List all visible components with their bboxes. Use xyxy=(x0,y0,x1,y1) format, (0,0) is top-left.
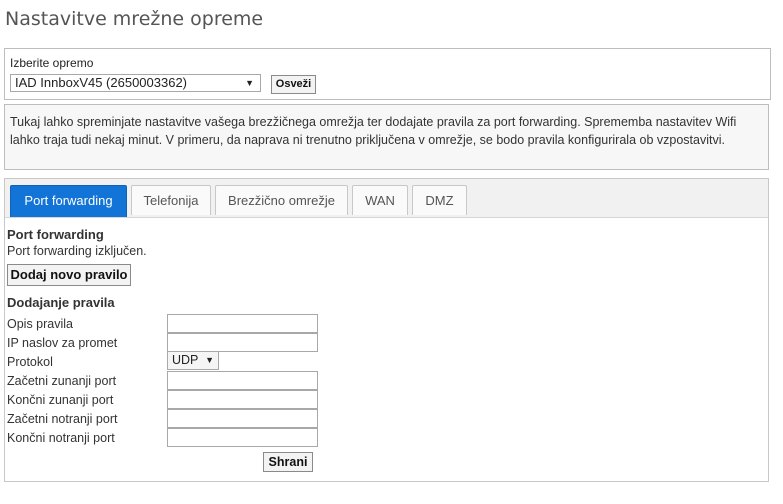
tab-brezzicno-omrezje[interactable]: Brezžično omrežje xyxy=(215,185,348,215)
protocol-select-value: UDP xyxy=(172,353,199,367)
device-selector-panel: Izberite opremo IAD InnboxV45 (265000336… xyxy=(4,48,771,100)
tab-bar: Port forwarding Telefonija Brezžično omr… xyxy=(5,179,768,218)
int-end-port-label: Končni notranji port xyxy=(7,431,115,445)
port-forwarding-heading: Port forwarding xyxy=(7,227,104,242)
device-select-value: IAD InnboxV45 (2650003362) xyxy=(15,75,188,90)
ext-end-port-label: Končni zunanji port xyxy=(7,393,114,407)
tab-wan[interactable]: WAN xyxy=(352,185,408,215)
ext-start-port-label: Začetni zunanji port xyxy=(7,374,117,388)
tab-port-forwarding[interactable]: Port forwarding xyxy=(10,185,127,217)
refresh-button[interactable]: Osveži xyxy=(271,75,316,94)
device-select-label: Izberite opremo xyxy=(10,56,94,70)
protocol-label: Protokol xyxy=(7,355,53,369)
tab-telefonija[interactable]: Telefonija xyxy=(131,185,211,215)
add-rule-button[interactable]: Dodaj novo pravilo xyxy=(7,264,131,286)
save-button[interactable]: Shrani xyxy=(263,452,313,472)
ext-start-port-input[interactable] xyxy=(167,371,318,390)
int-start-port-input[interactable] xyxy=(167,409,318,428)
ip-input[interactable] xyxy=(167,333,318,352)
description-label: Opis pravila xyxy=(7,317,73,331)
int-start-port-label: Začetni notranji port xyxy=(7,412,118,426)
add-rule-heading: Dodajanje pravila xyxy=(7,295,115,310)
protocol-select[interactable]: UDP ▼ xyxy=(167,351,219,370)
int-end-port-input[interactable] xyxy=(167,428,318,447)
settings-panel: Port forwarding Telefonija Brezžično omr… xyxy=(4,178,769,482)
info-message: Tukaj lahko spreminjate nastavitve vašeg… xyxy=(4,104,769,170)
device-select[interactable]: IAD InnboxV45 (2650003362) ▼ xyxy=(10,74,261,92)
dropdown-arrow-icon: ▼ xyxy=(245,78,254,88)
ext-end-port-input[interactable] xyxy=(167,390,318,409)
ip-label: IP naslov za promet xyxy=(7,336,118,350)
tab-dmz[interactable]: DMZ xyxy=(412,185,467,215)
dropdown-arrow-icon: ▼ xyxy=(205,355,214,365)
description-input[interactable] xyxy=(167,314,318,333)
page-title: Nastavitve mrežne opreme xyxy=(5,8,264,30)
port-forwarding-status: Port forwarding izključen. xyxy=(7,244,147,258)
